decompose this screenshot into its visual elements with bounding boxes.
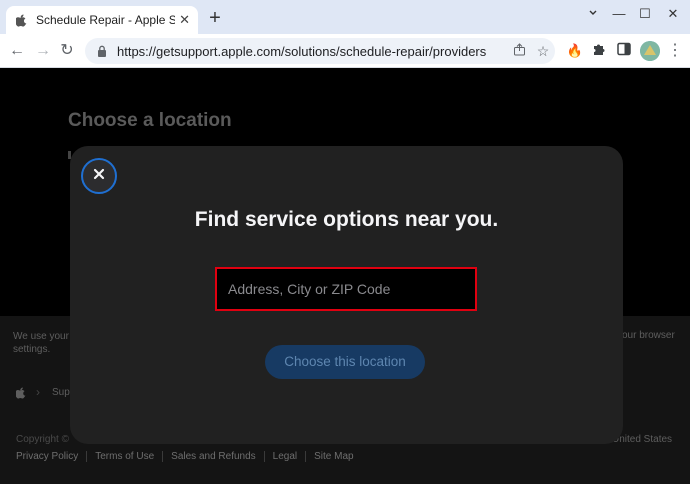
minimize-button[interactable]: —: [606, 4, 632, 24]
footer-link-sales-and-refunds[interactable]: Sales and Refunds: [162, 451, 264, 462]
page-heading: Choose a location: [68, 110, 232, 131]
apple-logo-icon: [14, 13, 28, 27]
footer-link-legal[interactable]: Legal: [263, 451, 305, 462]
tab-close-icon[interactable]: ✕: [179, 12, 190, 28]
flame-extension-icon[interactable]: 🔥: [566, 42, 584, 60]
star-icon[interactable]: ☆: [531, 43, 555, 60]
reload-button[interactable]: ↻: [56, 41, 78, 61]
breadcrumb[interactable]: Sup: [52, 387, 70, 398]
url-text: https://getsupport.apple.com/solutions/s…: [117, 43, 487, 59]
browser-tab[interactable]: Schedule Repair - Apple Support ✕: [6, 6, 198, 34]
window-close-button[interactable]: ✕: [660, 4, 686, 24]
sidebar-icon[interactable]: [615, 42, 633, 60]
chevron-right-icon: ›: [36, 385, 40, 399]
address-input-highlight: [215, 267, 477, 311]
profile-avatar-icon[interactable]: [640, 41, 660, 61]
menu-kebab-icon[interactable]: ⋮: [666, 42, 684, 60]
tab-title: Schedule Repair - Apple Support: [36, 13, 176, 27]
new-tab-button[interactable]: +: [204, 8, 226, 30]
browser-chrome: Schedule Repair - Apple Support ✕ + — ☐ …: [0, 0, 690, 68]
cookie-notice-text-right: our browser: [622, 330, 675, 341]
close-icon: [93, 167, 105, 185]
address-input[interactable]: [217, 269, 475, 309]
location-modal: Find service options near you. Choose th…: [70, 146, 623, 444]
lock-icon: [97, 45, 107, 57]
footer-link-privacy-policy[interactable]: Privacy Policy: [16, 451, 86, 462]
footer-links: Privacy Policy Terms of Use Sales and Re…: [16, 451, 362, 462]
modal-close-button[interactable]: [81, 158, 117, 194]
footer-link-site-map[interactable]: Site Map: [305, 451, 361, 462]
puzzle-icon[interactable]: [590, 42, 608, 60]
maximize-button[interactable]: ☐: [632, 4, 658, 24]
address-bar[interactable]: https://getsupport.apple.com/solutions/s…: [85, 38, 555, 64]
footer-link-terms-of-use[interactable]: Terms of Use: [86, 451, 162, 462]
country-link[interactable]: United States: [612, 434, 672, 445]
browser-toolbar: ← → ↻ https://getsupport.apple.com/solut…: [0, 34, 690, 68]
back-button[interactable]: ←: [6, 41, 28, 61]
modal-title: Find service options near you.: [194, 208, 499, 231]
page-content: Choose a location We use your settings. …: [0, 68, 690, 484]
copyright-text: Copyright ©: [16, 434, 69, 445]
cookie-notice-text: We use your settings.: [13, 331, 69, 355]
apple-logo-icon[interactable]: [15, 386, 26, 399]
chevron-down-icon[interactable]: [580, 4, 606, 24]
share-icon[interactable]: [507, 43, 531, 59]
choose-location-button[interactable]: Choose this location: [265, 345, 425, 379]
forward-button[interactable]: →: [32, 41, 54, 61]
